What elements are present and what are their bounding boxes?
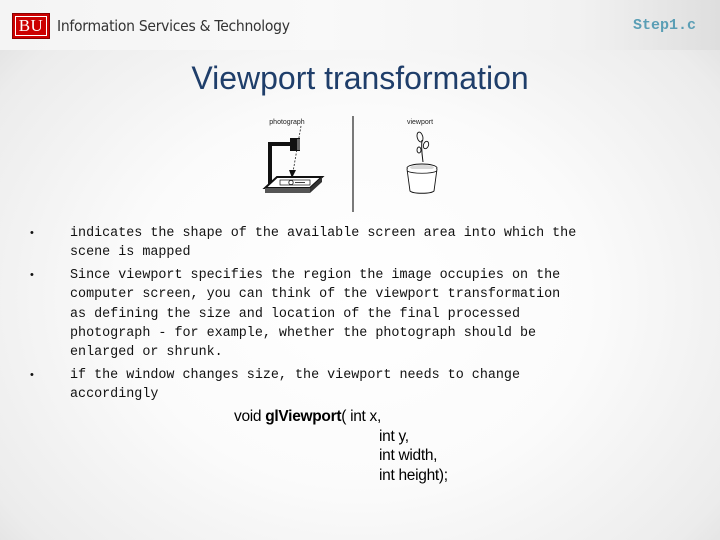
function-signature: void glViewport( int x, int y, int width… <box>234 407 448 485</box>
bu-logo-box: BU <box>12 13 50 39</box>
photograph-enlarger-icon: photograph <box>262 119 325 193</box>
bullet-marker: • <box>30 268 34 281</box>
bullet-marker: • <box>30 227 34 239</box>
organization-name: Information Services & Technology <box>57 17 290 35</box>
viewport-label: viewport <box>407 119 433 126</box>
open-paren: ( <box>341 408 351 425</box>
return-type: void <box>234 408 262 425</box>
param-height: int height); <box>379 466 448 484</box>
bullet-text: if the window changes size, the viewport… <box>70 367 520 403</box>
viewport-illustration: photograph viewport <box>255 112 465 214</box>
bullet-text: indicates the shape of the available scr… <box>70 226 577 261</box>
bullet-item: • Since viewport specifies the region the… <box>28 266 698 363</box>
bullet-marker: • <box>30 368 34 381</box>
bullet-item: • indicates the shape of the available sc… <box>28 224 698 263</box>
param-y: int y, <box>379 427 409 445</box>
photograph-label: photograph <box>269 119 305 126</box>
signature-line: void glViewport( int x, <box>234 407 448 427</box>
potted-plant-icon: viewport <box>406 119 438 194</box>
param-x: int x, <box>350 408 382 425</box>
param-width: int width, <box>379 447 438 464</box>
file-label: Step1.c <box>632 17 696 34</box>
bullet-list: • indicates the shape of the available sc… <box>28 224 698 408</box>
function-name: glViewport <box>265 408 342 425</box>
slide-title: Viewport transformation <box>191 60 529 96</box>
bullet-item: • if the window changes size, the viewpor… <box>28 366 698 405</box>
bu-ist-logo: BU Information Services & Technology <box>12 13 307 39</box>
bullet-text: Since viewport specifies the region the … <box>70 267 561 361</box>
